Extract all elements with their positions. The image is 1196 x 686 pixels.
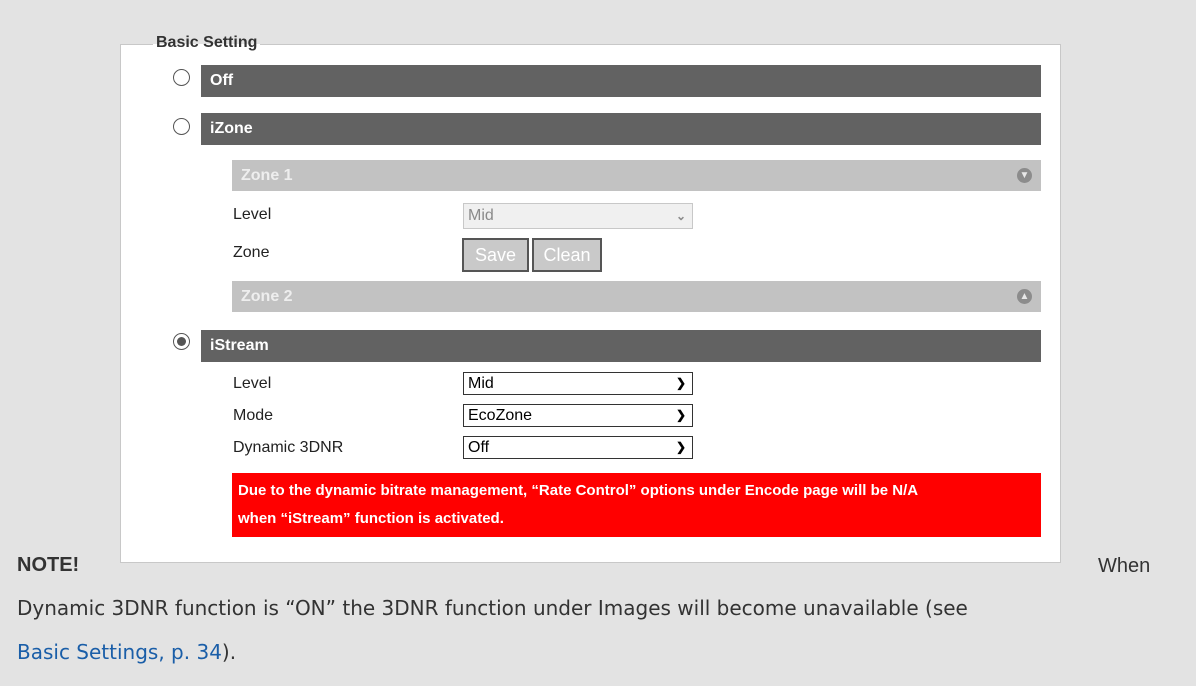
izone-option-bar[interactable]: iZone xyxy=(201,113,1041,145)
izone-radio[interactable] xyxy=(173,118,190,135)
chevron-down-icon: ❯ xyxy=(675,408,686,422)
istream-level-value: Mid xyxy=(468,375,494,392)
istream-dnr-value: Off xyxy=(468,439,490,456)
note-line-2: Basic Settings, p. 34). xyxy=(17,640,236,664)
istream-dnr-select[interactable]: Off ❯ xyxy=(463,436,693,459)
izone-level-value: Mid xyxy=(468,207,494,224)
warning-line-1: Due to the dynamic bitrate management, “… xyxy=(238,482,919,499)
basic-setting-legend: Basic Setting xyxy=(153,33,261,53)
basic-settings-link[interactable]: Basic Settings, p. 34 xyxy=(17,640,222,664)
chevron-down-icon: ❯ xyxy=(675,440,686,454)
note-line-1: Dynamic 3DNR function is “ON” the 3DNR f… xyxy=(17,596,968,620)
zone2-label: Zone 2 xyxy=(241,288,293,305)
chevron-down-icon: ❯ xyxy=(675,376,686,390)
note-line-2-end: ). xyxy=(221,640,237,664)
istream-mode-value: EcoZone xyxy=(468,407,533,424)
note-label: NOTE! xyxy=(17,554,80,576)
istream-level-label: Level xyxy=(233,375,272,392)
zone1-header[interactable]: Zone 1 ▼ xyxy=(232,160,1041,191)
zone1-label: Zone 1 xyxy=(241,167,293,184)
warning-line-2: when “iStream” function is activated. xyxy=(238,510,504,527)
istream-radio[interactable] xyxy=(173,333,190,350)
istream-level-select[interactable]: Mid ❯ xyxy=(463,372,693,395)
istream-mode-label: Mode xyxy=(233,407,274,424)
chevron-down-circle-icon[interactable]: ▼ xyxy=(1017,168,1032,183)
save-button[interactable]: Save xyxy=(462,238,529,272)
off-radio[interactable] xyxy=(173,69,190,86)
istream-warning: Due to the dynamic bitrate management, “… xyxy=(232,473,1041,537)
chevron-up-circle-icon[interactable]: ▲ xyxy=(1017,289,1032,304)
izone-zone-label: Zone xyxy=(233,244,270,261)
chevron-down-icon: ⌄ xyxy=(675,209,686,223)
izone-level-label: Level xyxy=(233,206,272,223)
istream-mode-select[interactable]: EcoZone ❯ xyxy=(463,404,693,427)
off-option-bar[interactable]: Off xyxy=(201,65,1041,97)
istream-option-bar[interactable]: iStream xyxy=(201,330,1041,362)
note-when-text: When xyxy=(1098,555,1151,577)
istream-dnr-label: Dynamic 3DNR xyxy=(233,439,344,456)
zone2-header[interactable]: Zone 2 ▲ xyxy=(232,281,1041,312)
izone-level-select: Mid ⌄ xyxy=(463,203,693,229)
clean-button[interactable]: Clean xyxy=(532,238,602,272)
